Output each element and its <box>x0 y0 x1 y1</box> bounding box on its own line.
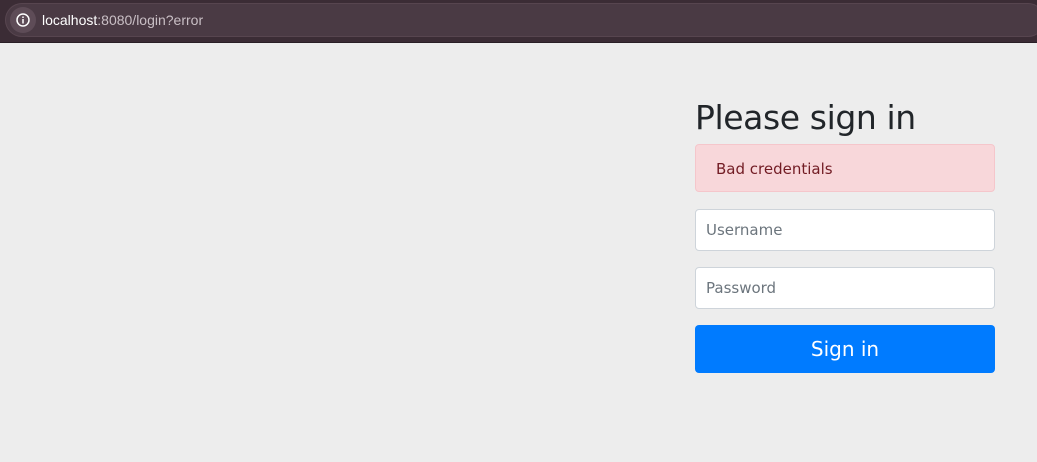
page-title: Please sign in <box>695 98 916 137</box>
error-alert: Bad credentials <box>695 144 995 192</box>
info-circle-icon[interactable] <box>10 7 36 33</box>
password-input[interactable] <box>695 267 995 309</box>
sign-in-button[interactable]: Sign in <box>695 325 995 373</box>
address-bar[interactable]: localhost:8080/login?error <box>5 3 1037 37</box>
browser-toolbar: localhost:8080/login?error <box>0 0 1037 43</box>
url-host: localhost <box>42 12 98 28</box>
url-text[interactable]: localhost:8080/login?error <box>42 12 203 29</box>
url-path: :8080/login?error <box>97 12 204 28</box>
signin-form: Please sign in Bad credentials Sign in <box>695 96 995 373</box>
username-input[interactable] <box>695 209 995 251</box>
